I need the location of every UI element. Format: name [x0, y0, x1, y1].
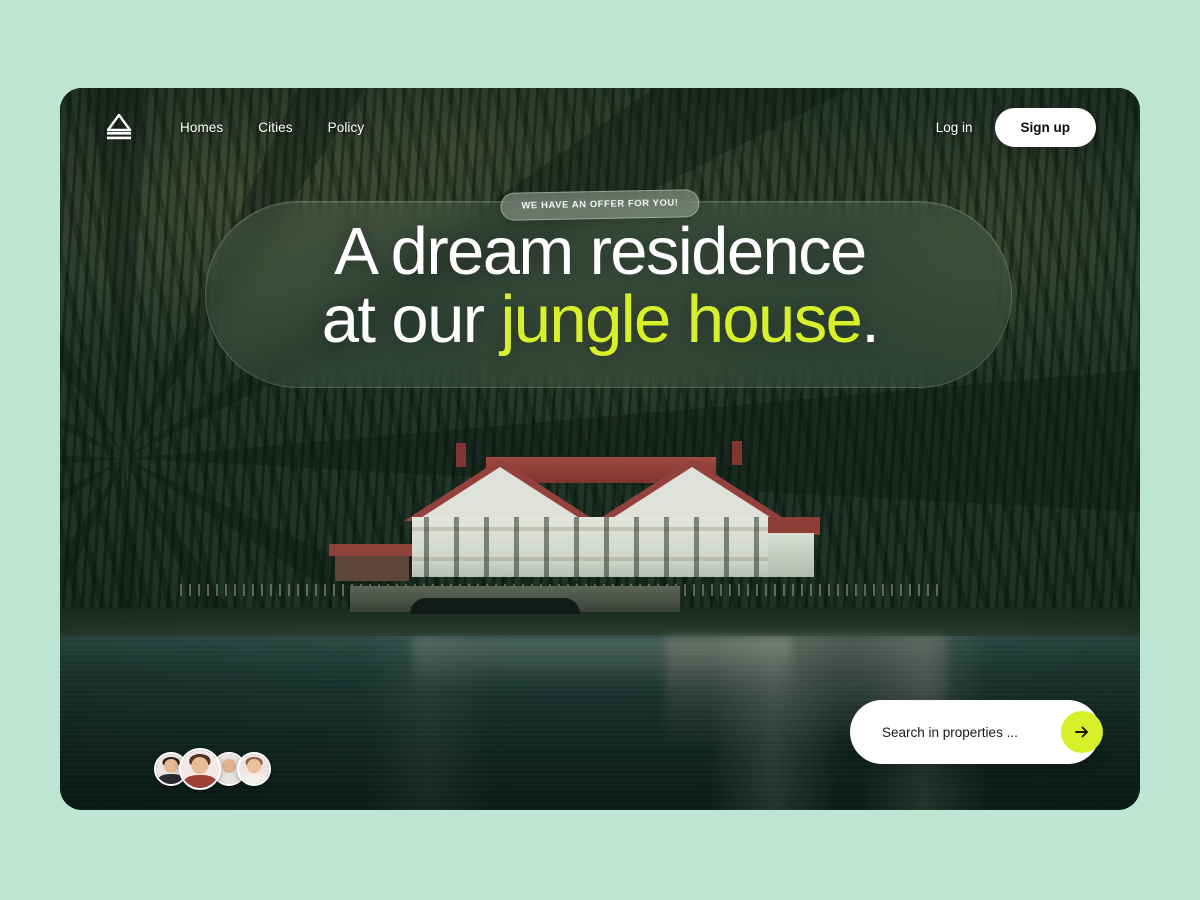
- avatar-portrait: [181, 750, 219, 788]
- gable-left: [416, 467, 584, 521]
- avatar-portrait: [239, 754, 269, 784]
- signup-button[interactable]: Sign up: [994, 107, 1096, 147]
- search-submit-button[interactable]: [1061, 711, 1103, 753]
- chimney-left: [456, 443, 466, 467]
- nav-link-homes[interactable]: Homes: [180, 120, 223, 135]
- agents-block: Our agents help you find your dream home…: [154, 746, 419, 810]
- arrow-right-icon: [1075, 726, 1088, 738]
- nav-actions: Log in Sign up: [936, 107, 1096, 147]
- mountain-lodge-logo[interactable]: [104, 113, 134, 141]
- lake-reflection: [412, 638, 792, 708]
- chalet-building: [329, 433, 820, 593]
- offer-badge[interactable]: WE HAVE AN OFFER FOR YOU!: [500, 189, 700, 221]
- agent-avatar-group: [154, 746, 419, 792]
- login-link[interactable]: Log in: [936, 120, 973, 135]
- chimney-right: [732, 441, 742, 465]
- agent-avatar-2[interactable]: [179, 748, 221, 790]
- nav-links: Homes Cities Policy: [180, 120, 364, 135]
- navbar: Homes Cities Policy Log in Sign up: [60, 88, 1140, 166]
- hero-glass-panel: [205, 201, 1012, 388]
- stone-bridge: [350, 586, 680, 614]
- search-bar[interactable]: [850, 700, 1103, 764]
- hero-card: Homes Cities Policy Log in Sign up WE HA…: [60, 88, 1140, 810]
- nav-link-policy[interactable]: Policy: [328, 120, 365, 135]
- building-facade: [412, 517, 768, 577]
- gable-right: [608, 467, 776, 521]
- nav-link-cities[interactable]: Cities: [258, 120, 292, 135]
- outbuilding: [329, 544, 415, 581]
- agent-avatar-4[interactable]: [237, 752, 271, 786]
- search-input[interactable]: [880, 723, 1061, 741]
